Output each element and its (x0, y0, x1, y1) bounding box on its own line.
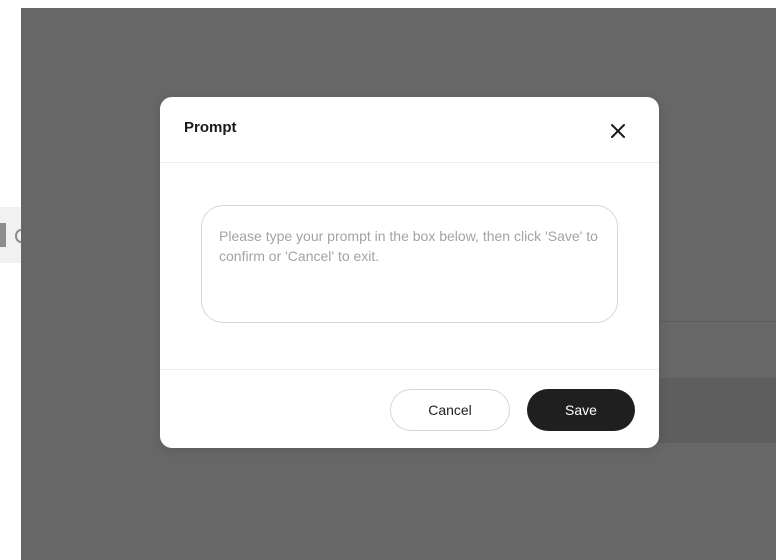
prompt-textarea[interactable] (201, 205, 618, 323)
dialog-body (160, 163, 659, 370)
dialog-title: Prompt (184, 119, 237, 136)
background-sidebar-chip (0, 207, 27, 263)
close-button[interactable] (605, 118, 631, 144)
background-tab-marker (0, 223, 6, 247)
prompt-dialog: Prompt Cancel Save (160, 97, 659, 448)
background-row (659, 378, 776, 443)
background-divider (659, 321, 776, 322)
close-icon (611, 124, 625, 138)
cancel-button[interactable]: Cancel (390, 389, 510, 431)
dialog-header: Prompt (160, 97, 659, 163)
background-page (0, 0, 27, 560)
save-button[interactable]: Save (527, 389, 635, 431)
